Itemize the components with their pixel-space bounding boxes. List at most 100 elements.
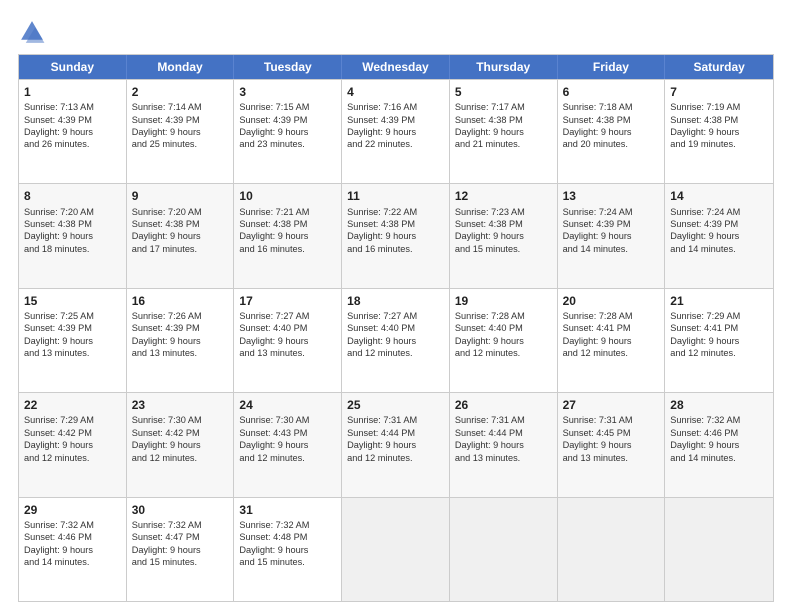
day-info: Sunset: 4:40 PM [347, 322, 444, 334]
day-info: Daylight: 9 hours [347, 439, 444, 451]
day-info: Sunrise: 7:25 AM [24, 310, 121, 322]
logo-icon [18, 18, 46, 46]
calendar-header: SundayMondayTuesdayWednesdayThursdayFrid… [19, 55, 773, 79]
day-info: Sunset: 4:38 PM [563, 114, 660, 126]
day-number: 8 [24, 188, 121, 204]
day-info: and 26 minutes. [24, 138, 121, 150]
day-info: Daylight: 9 hours [24, 126, 121, 138]
day-info: and 14 minutes. [670, 452, 768, 464]
day-info: Daylight: 9 hours [24, 544, 121, 556]
day-info: Sunset: 4:39 PM [132, 322, 229, 334]
day-info: Sunrise: 7:20 AM [24, 206, 121, 218]
day-info: Sunrise: 7:27 AM [347, 310, 444, 322]
day-number: 2 [132, 84, 229, 100]
calendar-cell: 28Sunrise: 7:32 AMSunset: 4:46 PMDayligh… [665, 393, 773, 496]
day-info: Sunset: 4:38 PM [347, 218, 444, 230]
day-info: Daylight: 9 hours [455, 335, 552, 347]
day-info: Sunset: 4:39 PM [24, 114, 121, 126]
calendar-cell: 19Sunrise: 7:28 AMSunset: 4:40 PMDayligh… [450, 289, 558, 392]
calendar-cell: 7Sunrise: 7:19 AMSunset: 4:38 PMDaylight… [665, 80, 773, 183]
day-info: Daylight: 9 hours [563, 335, 660, 347]
day-info: and 20 minutes. [563, 138, 660, 150]
calendar-row-week-3: 15Sunrise: 7:25 AMSunset: 4:39 PMDayligh… [19, 288, 773, 392]
day-info: Sunrise: 7:21 AM [239, 206, 336, 218]
day-info: Daylight: 9 hours [455, 439, 552, 451]
day-number: 31 [239, 502, 336, 518]
day-info: and 13 minutes. [239, 347, 336, 359]
day-info: and 18 minutes. [24, 243, 121, 255]
header [18, 18, 774, 46]
day-number: 3 [239, 84, 336, 100]
calendar-row-week-2: 8 Sunrise: 7:20 AM Sunset: 4:38 PM Daylight… [19, 183, 773, 287]
day-info: Daylight: 9 hours [670, 126, 768, 138]
header-day-tuesday: Tuesday [234, 55, 342, 79]
calendar-cell: 5Sunrise: 7:17 AMSunset: 4:38 PMDaylight… [450, 80, 558, 183]
day-info: and 15 minutes. [239, 556, 336, 568]
day-info: and 15 minutes. [132, 556, 229, 568]
day-info: Sunrise: 7:13 AM [24, 101, 121, 113]
day-info: Daylight: 9 hours [347, 335, 444, 347]
day-info: Daylight: 9 hours [132, 544, 229, 556]
calendar-cell: 10Sunrise: 7:21 AMSunset: 4:38 PMDayligh… [234, 184, 342, 287]
calendar-cell: 6Sunrise: 7:18 AMSunset: 4:38 PMDaylight… [558, 80, 666, 183]
day-number: 11 [347, 188, 444, 204]
day-info: Sunset: 4:42 PM [24, 427, 121, 439]
day-number: 25 [347, 397, 444, 413]
day-number: 26 [455, 397, 552, 413]
calendar-row-week-4: 22Sunrise: 7:29 AMSunset: 4:42 PMDayligh… [19, 392, 773, 496]
day-number: 4 [347, 84, 444, 100]
day-info: and 12 minutes. [670, 347, 768, 359]
day-info: Sunrise: 7:22 AM [347, 206, 444, 218]
day-info: Sunrise: 7:32 AM [670, 414, 768, 426]
calendar-cell: 15Sunrise: 7:25 AMSunset: 4:39 PMDayligh… [19, 289, 127, 392]
day-info: and 13 minutes. [24, 347, 121, 359]
day-info: Sunrise: 7:28 AM [455, 310, 552, 322]
day-number: 5 [455, 84, 552, 100]
day-info: Sunrise: 7:23 AM [455, 206, 552, 218]
day-info: and 12 minutes. [24, 452, 121, 464]
day-number: 29 [24, 502, 121, 518]
day-info: Sunset: 4:43 PM [239, 427, 336, 439]
day-info: Daylight: 9 hours [24, 439, 121, 451]
day-number: 28 [670, 397, 768, 413]
calendar-cell: 13Sunrise: 7:24 AMSunset: 4:39 PMDayligh… [558, 184, 666, 287]
day-info: and 16 minutes. [239, 243, 336, 255]
calendar-cell: 1Sunrise: 7:13 AMSunset: 4:39 PMDaylight… [19, 80, 127, 183]
day-info: and 15 minutes. [455, 243, 552, 255]
calendar-cell: 30Sunrise: 7:32 AMSunset: 4:47 PMDayligh… [127, 498, 235, 601]
calendar-cell: 8Sunrise: 7:20 AMSunset: 4:38 PMDaylight… [19, 184, 127, 287]
day-info: and 12 minutes. [347, 452, 444, 464]
day-info: and 16 minutes. [347, 243, 444, 255]
page: SundayMondayTuesdayWednesdayThursdayFrid… [0, 0, 792, 612]
day-info: Sunset: 4:46 PM [24, 531, 121, 543]
day-info: Sunrise: 7:20 AM [132, 206, 229, 218]
calendar-cell: 18Sunrise: 7:27 AMSunset: 4:40 PMDayligh… [342, 289, 450, 392]
day-number: 24 [239, 397, 336, 413]
calendar-cell: 9Sunrise: 7:20 AMSunset: 4:38 PMDaylight… [127, 184, 235, 287]
day-number: 22 [24, 397, 121, 413]
day-info: Daylight: 9 hours [132, 230, 229, 242]
calendar-cell: 24Sunrise: 7:30 AMSunset: 4:43 PMDayligh… [234, 393, 342, 496]
calendar-cell: 23Sunrise: 7:30 AMSunset: 4:42 PMDayligh… [127, 393, 235, 496]
day-info: Sunset: 4:42 PM [132, 427, 229, 439]
day-number: 7 [670, 84, 768, 100]
day-info: Daylight: 9 hours [347, 126, 444, 138]
day-number: 12 [455, 188, 552, 204]
calendar-cell: 25Sunrise: 7:31 AMSunset: 4:44 PMDayligh… [342, 393, 450, 496]
calendar-cell: 16Sunrise: 7:26 AMSunset: 4:39 PMDayligh… [127, 289, 235, 392]
day-info: and 17 minutes. [132, 243, 229, 255]
day-info: and 25 minutes. [132, 138, 229, 150]
day-number: 30 [132, 502, 229, 518]
day-info: Sunset: 4:38 PM [670, 114, 768, 126]
day-info: Sunrise: 7:30 AM [239, 414, 336, 426]
day-info: Sunrise: 7:32 AM [24, 519, 121, 531]
day-info: Sunrise: 7:28 AM [563, 310, 660, 322]
day-info: Daylight: 9 hours [239, 544, 336, 556]
day-info: Sunrise: 7:19 AM [670, 101, 768, 113]
logo [18, 18, 50, 46]
day-info: Sunrise: 7:31 AM [455, 414, 552, 426]
day-info: Sunset: 4:39 PM [132, 114, 229, 126]
day-info: Sunset: 4:47 PM [132, 531, 229, 543]
day-info: Sunrise: 7:29 AM [670, 310, 768, 322]
day-number: 1 [24, 84, 121, 100]
